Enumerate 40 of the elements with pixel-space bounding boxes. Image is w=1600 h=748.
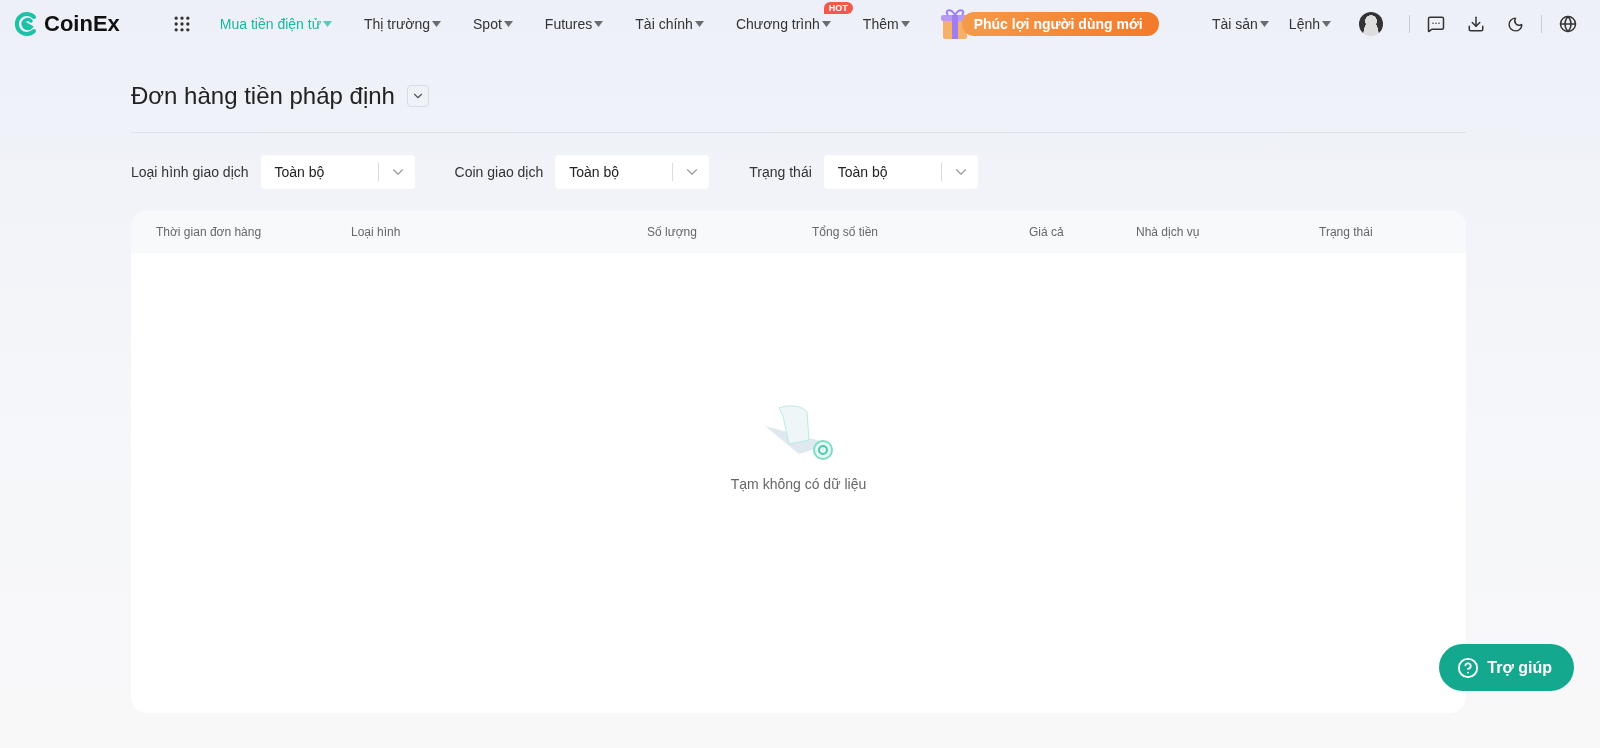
caret-icon (821, 21, 831, 27)
moon-icon[interactable] (1507, 15, 1524, 33)
filter-label: Trạng thái (749, 164, 812, 180)
filter-select[interactable]: Toàn bộ (823, 155, 978, 189)
caret-icon (694, 21, 704, 27)
nav-link[interactable]: Spot (473, 16, 513, 32)
filter-select[interactable]: Toàn bộ (260, 155, 415, 189)
filter-label: Loại hình giao dịch (131, 164, 249, 180)
column-header: Giá cả (1029, 225, 1065, 239)
globe-icon[interactable] (1559, 15, 1577, 33)
caret-icon (432, 21, 442, 27)
caret-icon (594, 21, 604, 27)
caret-icon (323, 21, 332, 27)
filter-label: Coin giao dịch (454, 164, 544, 180)
download-icon[interactable] (1467, 15, 1485, 33)
nav-link[interactable]: Tài sản (1211, 16, 1269, 32)
help-icon (1457, 656, 1480, 679)
avatar-icon[interactable] (1359, 12, 1383, 36)
caret-icon (1259, 21, 1269, 27)
column-header: Nhà dịch vụ (1136, 225, 1201, 239)
column-header: Trạng thái (1319, 225, 1374, 239)
hot-badge: HOT (823, 2, 853, 14)
nav-link[interactable]: Tài chính (635, 16, 704, 32)
empty-message: Tạm không có dữ liệu (730, 476, 867, 492)
logo-text[interactable]: CoinEx (44, 11, 120, 37)
nav-link[interactable]: Thêm (862, 16, 910, 32)
caret-icon (900, 21, 910, 27)
nav-link[interactable]: Thị trường (364, 16, 442, 32)
column-header: Thời gian đơn hàng (156, 225, 263, 239)
page-title: Đơn hàng tiền pháp định (131, 82, 395, 110)
chat-icon[interactable] (1427, 15, 1445, 33)
nav-link[interactable]: Lệnh (1288, 16, 1331, 32)
caret-icon (1322, 21, 1331, 27)
column-header: Tổng số tiền (812, 225, 880, 239)
caret-icon (503, 21, 513, 27)
title-dropdown[interactable] (406, 85, 429, 107)
column-header: Số lượng (647, 225, 698, 239)
filter-select[interactable]: Toàn bộ (555, 155, 710, 189)
column-header: Loại hình (351, 225, 402, 239)
nav-link[interactable]: Futures (544, 16, 604, 32)
